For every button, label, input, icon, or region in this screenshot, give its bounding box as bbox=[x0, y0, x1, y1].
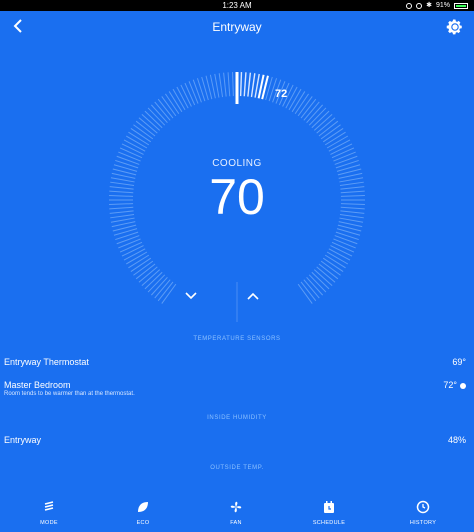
dial-tick bbox=[196, 78, 206, 102]
status-indicators: ✱ 91% bbox=[406, 0, 468, 11]
current-temperature: 70 bbox=[209, 169, 265, 225]
chevron-up-icon bbox=[247, 292, 259, 300]
sensor-note: Room tends to be warmer than at the ther… bbox=[4, 391, 135, 397]
dial-tick bbox=[115, 231, 139, 241]
section-inside-humidity: INSIDE HUMIDITY bbox=[207, 415, 267, 421]
leaf-icon bbox=[138, 502, 148, 512]
dial-tick bbox=[333, 238, 356, 249]
sensor-name: Entryway Thermostat bbox=[4, 357, 89, 367]
fan-icon bbox=[230, 501, 242, 513]
dial-tick bbox=[188, 81, 199, 104]
dial-tick bbox=[119, 241, 143, 253]
page-title: Entryway bbox=[212, 20, 262, 34]
tab-label: MODE bbox=[40, 520, 58, 526]
dial-tick bbox=[239, 72, 243, 97]
dial-tick bbox=[121, 245, 144, 257]
humidity-value: 48% bbox=[447, 435, 466, 445]
header: Entryway bbox=[0, 11, 474, 45]
temp-up-button[interactable] bbox=[247, 292, 287, 322]
dial-tick bbox=[119, 147, 143, 159]
sensor-value: 69° bbox=[452, 357, 466, 367]
bottom-tab-bar: MODE ECO FAN SCHEDULE HISTORY bbox=[0, 490, 474, 532]
humidity-name: Entryway bbox=[4, 435, 42, 445]
dial-tick bbox=[334, 235, 358, 245]
dial-tick bbox=[331, 147, 355, 159]
dial-tick bbox=[250, 73, 256, 98]
sensor-value-wrap: 72° bbox=[443, 380, 466, 390]
setpoint-label: 72 bbox=[275, 88, 288, 100]
sensor-name: Master Bedroom bbox=[4, 380, 71, 390]
alarm-icon bbox=[416, 2, 423, 9]
status-bar: 1:23 AM ✱ 91% bbox=[0, 0, 474, 11]
dial-tick bbox=[232, 72, 234, 97]
humidity-row: Entryway 48% bbox=[4, 435, 466, 445]
tab-label: FAN bbox=[230, 520, 242, 526]
section-temperature-sensors: TEMPERATURE SENSORS bbox=[193, 336, 281, 342]
gear-icon bbox=[446, 19, 462, 35]
dial-tick bbox=[121, 143, 144, 155]
battery-icon bbox=[454, 2, 468, 9]
dial-tick bbox=[116, 235, 140, 245]
dial-tick bbox=[192, 79, 202, 103]
tab-fan[interactable]: FAN bbox=[206, 500, 266, 526]
dial-tick bbox=[223, 72, 227, 97]
dial-tick bbox=[218, 73, 224, 98]
tab-label: SCHEDULE bbox=[312, 520, 346, 526]
clock-icon bbox=[416, 500, 430, 514]
calendar-icon bbox=[324, 501, 334, 513]
sensor-value: 72° bbox=[443, 380, 457, 390]
mode-icon bbox=[44, 501, 54, 511]
dial-tick bbox=[184, 82, 196, 106]
tab-label: HISTORY bbox=[409, 520, 437, 526]
dial-tick bbox=[330, 143, 353, 155]
dial-tick bbox=[180, 84, 192, 107]
battery-percent: 91% bbox=[435, 2, 450, 9]
settings-button[interactable] bbox=[446, 18, 464, 36]
tab-eco[interactable]: ECO bbox=[113, 500, 173, 526]
tab-label: ECO bbox=[136, 520, 150, 526]
tab-mode[interactable]: MODE bbox=[19, 500, 79, 526]
dial-tick bbox=[331, 241, 355, 253]
section-outside-temp: OUTSIDE TEMP. bbox=[210, 465, 264, 471]
dial-tick bbox=[243, 72, 247, 97]
temp-down-button[interactable] bbox=[185, 292, 225, 322]
dial-tick bbox=[118, 238, 141, 249]
chevron-down-icon bbox=[185, 292, 197, 300]
dial-tick bbox=[227, 72, 231, 97]
sensor-row[interactable]: Master Bedroom Room tends to be warmer t… bbox=[4, 380, 466, 397]
dial-tick bbox=[247, 72, 252, 97]
sensor-row[interactable]: Entryway Thermostat 69° bbox=[4, 357, 466, 367]
bluetooth-icon: ✱ bbox=[426, 2, 432, 9]
dial-tick bbox=[214, 73, 220, 98]
tab-history[interactable]: HISTORY bbox=[393, 500, 453, 526]
dial-tick bbox=[330, 245, 353, 257]
tab-schedule[interactable]: SCHEDULE bbox=[299, 500, 359, 526]
location-icon bbox=[406, 2, 413, 9]
dial-tick bbox=[335, 231, 359, 241]
active-sensor-dot bbox=[460, 382, 466, 389]
thermostat-dial[interactable]: 72 COOLING 70 bbox=[107, 70, 367, 330]
status-time: 1:23 AM bbox=[222, 1, 252, 10]
